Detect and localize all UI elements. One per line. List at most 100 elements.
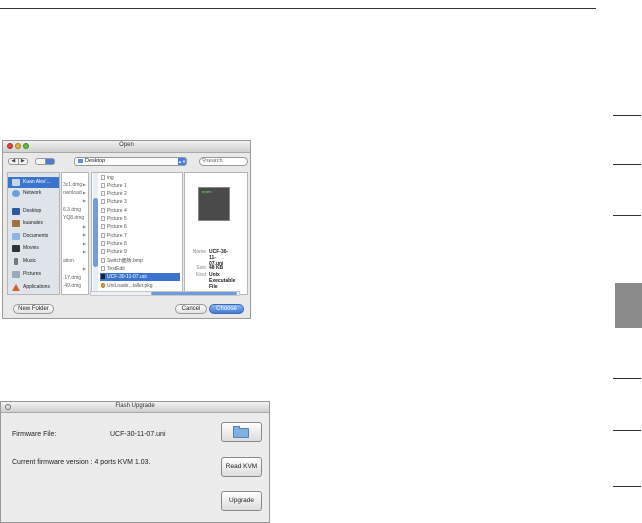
folder-icon: [78, 158, 83, 163]
applications-icon: [12, 284, 20, 291]
flash-upgrade-window: Flash Upgrade Firmware File: UCF-30-11-0…: [0, 401, 270, 523]
disclosure-arrow-icon: ▶: [82, 249, 86, 254]
current-firmware-version: Current firmware version : 4 ports KVM 1…: [12, 459, 151, 466]
disclosure-arrow-icon: ▶: [82, 190, 86, 195]
list-item[interactable]: YQ8.dmg: [63, 215, 84, 221]
section-rule: [613, 215, 641, 216]
file-name: Picture 7: [107, 233, 127, 239]
sidebar-item-network[interactable]: Network: [8, 188, 59, 199]
file-row[interactable]: Picture 8: [100, 240, 180, 248]
image-file-icon: [101, 233, 105, 238]
vertical-scrollbar[interactable]: [93, 173, 98, 294]
sidebar-item-movies[interactable]: Movies: [8, 243, 59, 254]
upgrade-button[interactable]: Upgrade: [221, 491, 262, 511]
preview-thumb-text: exec: [202, 191, 212, 195]
file-row[interactable]: Picture 1: [100, 182, 180, 190]
flash-titlebar: Flash Upgrade: [1, 402, 269, 413]
disclosure-arrow-icon: ▶: [82, 182, 86, 187]
sidebar-item-pictures[interactable]: Pictures: [8, 269, 59, 280]
section-rule: [613, 430, 641, 431]
location-label: Desktop: [85, 158, 106, 164]
list-item[interactable]: ownload: [63, 190, 82, 196]
file-row-selected[interactable]: UCF-30-11-07.uni: [100, 273, 180, 281]
sidebar-item-label: Kuan Alex'...: [23, 179, 51, 185]
scroll-thumb[interactable]: [93, 198, 98, 267]
file-name: Picture 9: [107, 249, 127, 255]
list-item[interactable]: 3c1.dmg: [63, 182, 82, 188]
sidebar-item-desktop[interactable]: Desktop: [8, 206, 59, 217]
forward-arrow-icon[interactable]: ▶: [17, 159, 28, 164]
sidebar-item-label: Music: [23, 258, 37, 264]
file-icon: [101, 175, 105, 180]
list-item[interactable]: .17.dmg: [63, 275, 81, 281]
firmware-file-label: Firmware File:: [12, 431, 57, 438]
file-name: Picture 6: [107, 224, 127, 230]
list-item[interactable]: .49.dmg: [63, 283, 81, 289]
column-view-icon[interactable]: [44, 159, 54, 164]
sidebar-item-documents[interactable]: Documents: [8, 231, 59, 242]
package-icon: [101, 283, 105, 288]
image-file-icon: [101, 216, 105, 221]
sidebar-item-computer[interactable]: Kuan Alex'...: [8, 177, 59, 188]
horizontal-scrollbar[interactable]: [90, 291, 240, 296]
search-input[interactable]: ⚲search: [199, 157, 248, 166]
file-row[interactable]: ing: [100, 174, 180, 182]
file-name: UCF-30-11-07.uni: [107, 274, 147, 280]
disclosure-arrow-icon: ▶: [82, 266, 86, 271]
new-folder-button[interactable]: New Folder: [13, 304, 54, 314]
firmware-file-value: UCF-30-11-07.uni: [110, 431, 166, 438]
sidebar-item-label: Pictures: [23, 271, 42, 277]
sidebar-item-label: Network: [23, 190, 42, 196]
browser-column-2: ing Picture 1 Picture 2 Picture 3 Pictur…: [91, 172, 183, 295]
file-row[interactable]: Picture 3: [100, 198, 180, 206]
file-row[interactable]: Picture 5: [100, 215, 180, 223]
image-file-icon: [101, 208, 105, 213]
image-file-icon: [101, 258, 105, 263]
executable-file-icon: [101, 274, 105, 279]
location-popup[interactable]: Desktop ▲▼: [74, 157, 187, 166]
view-mode-buttons: [35, 158, 55, 165]
list-item[interactable]: 6.3.dmg: [63, 207, 81, 213]
scroll-thumb[interactable]: [151, 292, 237, 295]
file-row[interactable]: Picture 7: [100, 232, 180, 240]
sidebar-item-label: kuanalex: [23, 220, 44, 226]
list-item[interactable]: ation: [63, 258, 74, 264]
sidebar-item-music[interactable]: Music: [8, 256, 59, 267]
list-view-icon[interactable]: [36, 159, 45, 164]
desktop-icon: [12, 208, 20, 215]
file-row[interactable]: UniLoade...taller.pkg: [100, 282, 180, 290]
sidebar-item-applications[interactable]: Applications: [8, 282, 59, 293]
file-row[interactable]: Picture 6: [100, 223, 180, 231]
sidebar-item-home[interactable]: kuanalex: [8, 218, 59, 229]
file-name: Picture 4: [107, 208, 127, 214]
file-name: Picture 8: [107, 241, 127, 247]
meta-name-label: Name: [192, 249, 206, 255]
file-row[interactable]: Picture 9: [100, 248, 180, 256]
file-row[interactable]: Switch面板.bmp: [100, 257, 180, 265]
disclosure-arrow-icon: ▶: [82, 224, 86, 229]
read-kvm-button[interactable]: Read KVM: [221, 457, 262, 477]
disclosure-arrow-icon: ▶: [82, 198, 86, 203]
terminal-preview-icon: exec: [198, 187, 230, 221]
browse-file-button[interactable]: [221, 422, 262, 442]
meta-size-value: 48 KB: [209, 265, 224, 271]
file-name: TextEdit: [107, 266, 125, 272]
back-arrow-icon[interactable]: ◀: [9, 159, 18, 164]
documents-folder-icon: [12, 233, 20, 240]
search-placeholder: search: [206, 158, 223, 164]
file-row[interactable]: TextEdit: [100, 265, 180, 273]
meta-kind-value: Unix Executable File: [209, 272, 236, 290]
file-name: Switch面板.bmp: [107, 258, 143, 264]
hard-drive-icon: [12, 179, 20, 186]
file-row[interactable]: Picture 2: [100, 190, 180, 198]
sidebar-item-label: Desktop: [23, 208, 42, 214]
cancel-button[interactable]: Cancel: [175, 304, 207, 314]
file-name: Picture 1: [107, 183, 127, 189]
image-file-icon: [101, 241, 105, 246]
image-file-icon: [101, 224, 105, 229]
browser-column-1: 3c1.dmg ▶ ownload ▶ ▶ 6.3.dmg YQ8.dmg ▶ ▶ …: [61, 172, 89, 295]
meta-size-label: Size: [196, 265, 206, 271]
file-row[interactable]: Picture 4: [100, 207, 180, 215]
popup-arrows-icon: ▲▼: [178, 158, 186, 165]
choose-button[interactable]: Choose: [209, 304, 244, 314]
